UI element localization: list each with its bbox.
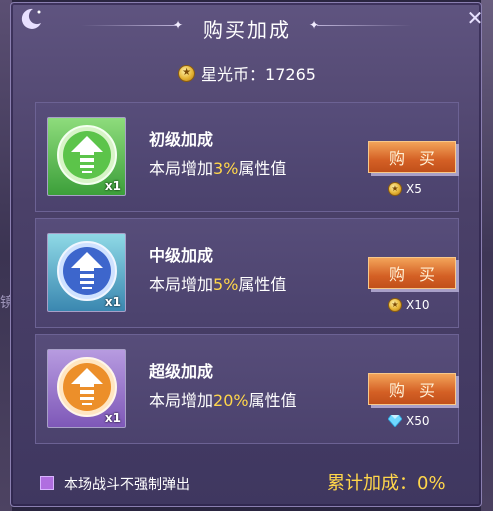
currency-label: 星光币：17265 [201, 65, 316, 84]
item-price: ★ X5 [388, 182, 422, 196]
buy-button-super[interactable]: 购买 [368, 373, 456, 405]
item-name: 初级加成 [149, 130, 214, 149]
bonus-item-intermediate: x1 中级加成 本局增加5%属性值 购买 ★ X10 [35, 218, 459, 328]
item-description: 本局增加5%属性值 [149, 275, 287, 294]
coin-icon: ★ [388, 182, 402, 196]
coin-icon: ★ [388, 298, 402, 312]
item-price: ★ X10 [388, 298, 430, 312]
buy-button-basic[interactable]: 购买 [368, 141, 456, 173]
item-name: 超级加成 [149, 362, 214, 381]
currency-balance: ★ 星光币：17265 [11, 61, 483, 85]
purchase-bonus-dialog: ✕ ✦ ✦ 购买加成 ★ 星光币：17265 x1 初级加成 本局增加3%属性值… [10, 2, 483, 507]
dialog-title-row: 购买加成 [11, 13, 483, 43]
up-arrow-icon [57, 241, 117, 301]
up-arrow-icon [57, 125, 117, 185]
item-quantity: x1 [104, 179, 121, 193]
no-force-popup-label: 本场战斗不强制弹出 [64, 477, 190, 493]
buy-button-intermediate[interactable]: 购买 [368, 257, 456, 289]
up-arrow-icon [57, 357, 117, 417]
item-description: 本局增加3%属性值 [149, 159, 287, 178]
item-quantity: x1 [104, 411, 121, 425]
bonus-icon-intermediate: x1 [47, 233, 126, 312]
item-price: X50 [388, 414, 430, 428]
dialog-title: 购买加成 [203, 17, 291, 42]
total-bonus: 累计加成：0% [327, 473, 446, 494]
item-description: 本局增加20%属性值 [149, 391, 297, 410]
bonus-icon-super: x1 [47, 349, 126, 428]
bonus-item-basic: x1 初级加成 本局增加3%属性值 购买 ★ X5 [35, 102, 459, 212]
diamond-icon [388, 415, 402, 427]
item-quantity: x1 [104, 295, 121, 309]
no-force-popup-checkbox[interactable] [40, 476, 54, 490]
bonus-item-super: x1 超级加成 本局增加20%属性值 购买 X50 [35, 334, 459, 444]
item-name: 中级加成 [149, 246, 214, 265]
bonus-icon-basic: x1 [47, 117, 126, 196]
coin-icon: ★ [178, 64, 196, 82]
